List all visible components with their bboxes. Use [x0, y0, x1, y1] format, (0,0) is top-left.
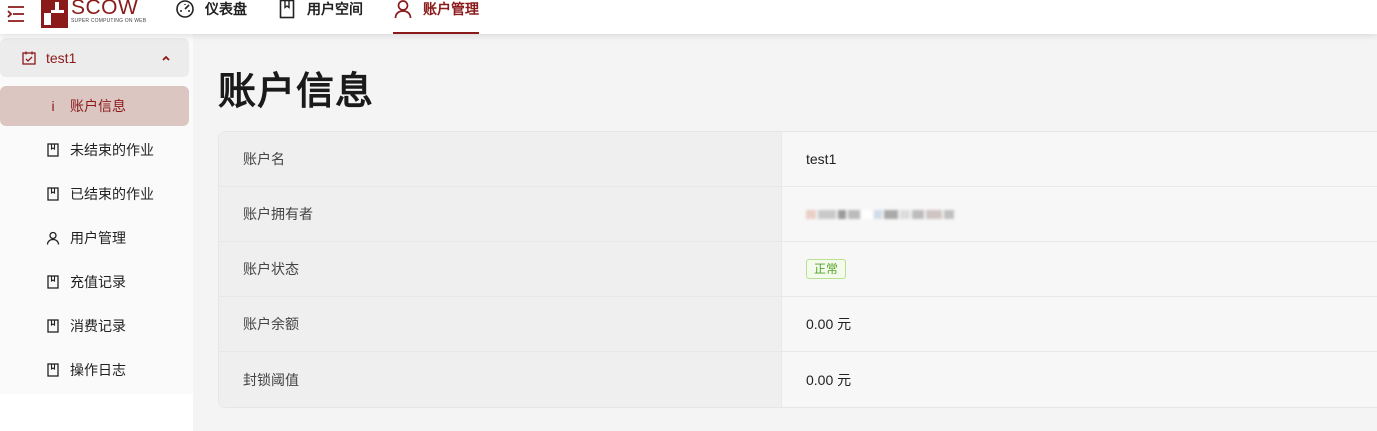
nav-dashboard-label: 仪表盘 — [205, 1, 247, 17]
sidebar-item-user-management[interactable]: 用户管理 — [0, 218, 189, 258]
top-nav: 仪表盘 用户空间 账户管理 — [175, 0, 509, 34]
calendar-icon — [22, 51, 36, 65]
main-content: 账户信息 账户名 test1 账户拥有者 账户状态 正常 账户余额 0.00 元… — [193, 34, 1377, 431]
user-icon — [46, 231, 60, 245]
sidebar-item-label: 充值记录 — [70, 274, 126, 290]
book-icon — [279, 0, 295, 19]
logo-title: SCOW — [71, 0, 139, 19]
row-value — [782, 187, 1377, 241]
nav-account-management[interactable]: 账户管理 — [393, 0, 479, 34]
user-icon — [394, 0, 412, 19]
book-icon — [47, 187, 59, 201]
row-label: 封锁阈值 — [219, 352, 782, 407]
menu-fold-icon[interactable] — [5, 3, 27, 25]
sidebar-item-label: 操作日志 — [70, 362, 126, 378]
sidebar-item-running-jobs[interactable]: 未结束的作业 — [0, 130, 189, 170]
sidebar-footer — [0, 394, 193, 431]
nav-dashboard[interactable]: 仪表盘 — [175, 0, 247, 34]
sidebar-item-label: 消费记录 — [70, 318, 126, 334]
book-icon — [47, 275, 59, 289]
sidebar-item-label: 未结束的作业 — [70, 142, 154, 158]
book-icon — [47, 143, 59, 157]
sidebar-item-operation-logs[interactable]: 操作日志 — [0, 350, 189, 390]
nav-user-space[interactable]: 用户空间 — [277, 0, 363, 34]
page-title: 账户信息 — [218, 71, 375, 113]
row-value: 正常 — [782, 242, 1377, 296]
row-label: 账户拥有者 — [219, 187, 782, 241]
sidebar-item-account-info[interactable]: i 账户信息 — [0, 86, 189, 126]
row-value: 0.00 元 — [782, 352, 1377, 407]
sidebar: test1 i 账户信息 未结束的作业 已结束的作业 用户管理 充值记录 消费记… — [0, 34, 193, 394]
row-value: test1 — [782, 132, 1377, 186]
top-bar: SCOW SUPER COMPUTING ON WEB 仪表盘 用户空间 账户管… — [0, 0, 1377, 34]
table-row: 封锁阈值 0.00 元 — [219, 352, 1377, 407]
account-info-table: 账户名 test1 账户拥有者 账户状态 正常 账户余额 0.00 元 封锁阈值… — [218, 131, 1377, 408]
info-icon: i — [51, 98, 55, 114]
chevron-up-icon — [162, 55, 170, 61]
sidebar-item-label: 账户信息 — [70, 98, 126, 114]
sidebar-item-label: 用户管理 — [70, 230, 126, 246]
row-label: 账户名 — [219, 132, 782, 186]
nav-user-space-label: 用户空间 — [307, 1, 363, 17]
book-icon — [47, 319, 59, 333]
sidebar-item-label: 已结束的作业 — [70, 186, 154, 202]
book-icon — [47, 363, 59, 377]
sidebar-item-finished-jobs[interactable]: 已结束的作业 — [0, 174, 189, 214]
scow-logo-icon — [41, 0, 68, 28]
sidebar-item-consumption-records[interactable]: 消费记录 — [0, 306, 189, 346]
row-value: 0.00 元 — [782, 297, 1377, 351]
row-label: 账户状态 — [219, 242, 782, 296]
dashboard-icon — [176, 0, 194, 18]
redacted-owner — [806, 209, 954, 219]
nav-account-management-label: 账户管理 — [423, 1, 479, 17]
sidebar-item-recharge-records[interactable]: 充值记录 — [0, 262, 189, 302]
row-label: 账户余额 — [219, 297, 782, 351]
table-row: 账户名 test1 — [219, 132, 1377, 187]
table-row: 账户拥有者 — [219, 187, 1377, 242]
table-row: 账户状态 正常 — [219, 242, 1377, 297]
table-row: 账户余额 0.00 元 — [219, 297, 1377, 352]
status-badge: 正常 — [806, 259, 847, 279]
sidebar-group-label: test1 — [46, 49, 77, 66]
logo[interactable]: SCOW SUPER COMPUTING ON WEB — [41, 0, 146, 30]
sidebar-group-test1[interactable]: test1 — [0, 38, 189, 77]
logo-subtitle: SUPER COMPUTING ON WEB — [71, 18, 147, 24]
